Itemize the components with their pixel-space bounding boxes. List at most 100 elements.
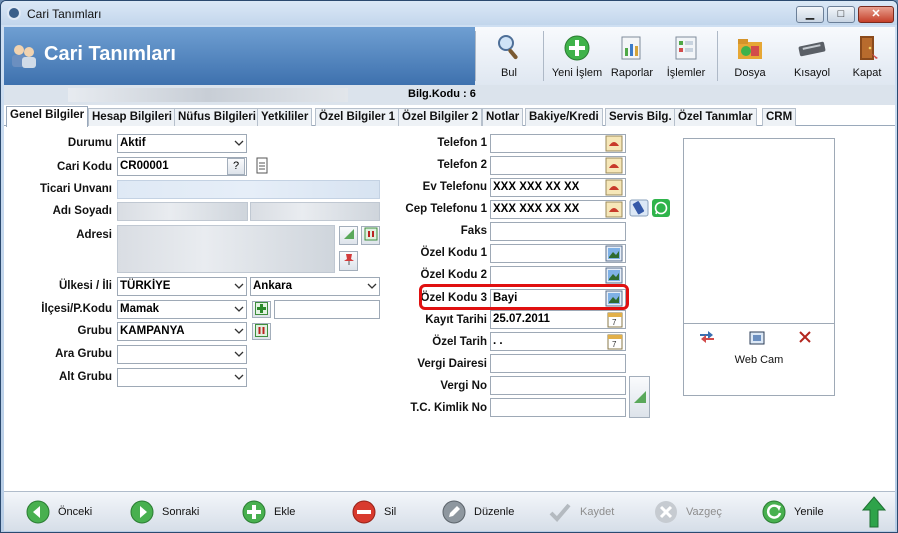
tc-kimlik-input[interactable]: [490, 398, 626, 417]
bul-button[interactable]: Bul: [489, 27, 529, 85]
sil-button[interactable]: Sil: [352, 498, 412, 526]
arrow-up-icon[interactable]: [862, 496, 886, 528]
phone-icon[interactable]: [605, 179, 623, 196]
module-header: Cari Tanımları Bul Yeni İşlem Raporlar İ…: [4, 27, 895, 85]
search-icon: [498, 35, 518, 60]
ticari-unvani-input[interactable]: [117, 180, 380, 199]
soyadi-input[interactable]: [250, 202, 380, 221]
webcam-label: Web Cam: [734, 354, 784, 366]
swap-icon[interactable]: [698, 329, 716, 345]
raporlar-button[interactable]: Raporlar: [607, 27, 657, 85]
tab-notlar[interactable]: Notlar: [482, 108, 524, 126]
main-toolbar: Bul Yeni İşlem Raporlar İşlemler Dosya K…: [475, 27, 895, 85]
phone-icon[interactable]: [605, 157, 623, 174]
adres-expand-button[interactable]: [339, 226, 358, 245]
camera-icon[interactable]: [748, 330, 766, 346]
exit-door-icon: [860, 36, 878, 60]
lookup-icon[interactable]: [605, 267, 623, 284]
adres-pin-button[interactable]: [339, 251, 358, 271]
minimize-button[interactable]: ▁: [796, 6, 824, 23]
tab-strip: Genel Bilgiler Hesap Bilgileri Nüfus Bil…: [4, 106, 895, 127]
tab-ozel-bilgiler-1[interactable]: Özel Bilgiler 1: [315, 108, 400, 126]
phone-icon[interactable]: [605, 201, 623, 218]
ilce-select[interactable]: Mamak: [117, 300, 247, 319]
folder-icon: [738, 39, 762, 59]
vergi-no-input[interactable]: [490, 376, 626, 395]
kaydet-button[interactable]: Kaydet: [548, 498, 628, 526]
faks-input[interactable]: [490, 222, 626, 241]
vazgec-button[interactable]: Vazgeç: [654, 498, 734, 526]
kisayol-button[interactable]: Kısayol: [787, 27, 837, 85]
page-title: Cari Tanımları: [44, 43, 176, 65]
kayit-tarihi-input[interactable]: 25.07.2011: [490, 310, 626, 329]
ozel-tarih-label: Özel Tarih: [432, 336, 487, 348]
ilce-pk-label: İlçesi/P.Kodu: [41, 303, 112, 315]
close-window-button[interactable]: ✕: [858, 6, 894, 23]
ilce-add-button[interactable]: [252, 301, 271, 318]
ekle-button[interactable]: Ekle: [242, 498, 312, 526]
vergi-expand-button[interactable]: [629, 376, 650, 418]
add-icon: [564, 35, 590, 61]
tab-genel-bilgiler[interactable]: Genel Bilgiler: [6, 106, 89, 127]
delete-icon[interactable]: [797, 329, 813, 345]
yenile-button[interactable]: Yenile: [762, 498, 842, 526]
calendar-icon[interactable]: 7: [607, 311, 623, 328]
ozel-tarih-input[interactable]: . .: [490, 332, 626, 351]
cari-window: Cari Tanımları ▁ □ ✕ Cari Tanımları Bul …: [0, 0, 898, 533]
tab-hesap-bilgileri[interactable]: Hesap Bilgileri: [88, 108, 176, 126]
tab-ozel-bilgiler-2[interactable]: Özel Bilgiler 2: [398, 108, 483, 126]
il-select[interactable]: Ankara: [250, 277, 380, 296]
tab-crm[interactable]: CRM: [762, 108, 797, 126]
faks-label: Faks: [460, 225, 487, 237]
arrow-right-icon: [130, 500, 154, 524]
posta-kodu-input[interactable]: [274, 300, 380, 319]
triangle-icon: [343, 229, 354, 239]
tab-ozel-tanimlar[interactable]: Özel Tanımlar: [674, 108, 757, 126]
alt-grubu-select[interactable]: [117, 368, 247, 387]
tab-bakiye-kredi[interactable]: Bakiye/Kredi: [525, 108, 603, 126]
onceki-button[interactable]: Önceki: [26, 498, 106, 526]
grubu-label: Grubu: [77, 325, 113, 337]
lookup-icon[interactable]: [605, 245, 623, 262]
tab-yetkililer[interactable]: Yetkililer: [257, 108, 313, 126]
sms-icon[interactable]: [629, 199, 649, 217]
yeni-islem-button[interactable]: Yeni İşlem: [549, 27, 605, 85]
durumu-select[interactable]: Aktif: [117, 134, 247, 153]
calendar-icon[interactable]: 7: [607, 333, 623, 350]
document-icon[interactable]: [252, 157, 272, 175]
sonraki-button[interactable]: Sonraki: [130, 498, 210, 526]
telefon2-label: Telefon 2: [437, 159, 487, 171]
vergi-dairesi-input[interactable]: [490, 354, 626, 373]
pause-icon: [364, 227, 377, 241]
add-icon: [242, 500, 266, 524]
ulke-select[interactable]: TÜRKİYE: [117, 277, 247, 296]
users-icon: [12, 45, 36, 68]
tab-nufus-bilgileri[interactable]: Nüfus Bilgileri: [174, 108, 260, 126]
maximize-button[interactable]: □: [827, 6, 855, 23]
bilg-kodu-label: Bilg.Kodu : 6: [408, 88, 476, 100]
alt-grubu-label: Alt Grubu: [58, 371, 112, 383]
telefon1-label: Telefon 1: [437, 137, 487, 149]
ticari-unvani-label: Ticari Unvanı: [39, 183, 112, 195]
remove-icon: [352, 500, 376, 524]
grubu-select[interactable]: KAMPANYA: [117, 322, 247, 341]
svg-text:7: 7: [612, 318, 617, 327]
grubu-pause-button[interactable]: [252, 323, 271, 340]
ara-grubu-select[interactable]: [117, 345, 247, 364]
islemler-button[interactable]: İşlemler: [663, 27, 709, 85]
whatsapp-icon[interactable]: [651, 199, 671, 217]
arrow-left-icon: [26, 500, 50, 524]
dosya-button[interactable]: Dosya: [727, 27, 773, 85]
chevron-down-icon: [234, 351, 244, 357]
cancel-icon: [655, 501, 677, 523]
cari-kodu-help-button[interactable]: ?: [227, 158, 245, 175]
cari-kodu-label: Cari Kodu: [57, 161, 112, 173]
adresi-input[interactable]: [117, 225, 335, 273]
tab-servis-bilg[interactable]: Servis Bilg.: [605, 108, 676, 126]
chevron-down-icon: [234, 374, 244, 380]
kapat-button[interactable]: Kapat: [847, 27, 887, 85]
adi-input[interactable]: [117, 202, 248, 221]
duzenle-button[interactable]: Düzenle: [442, 498, 532, 526]
adres-pause-button[interactable]: [361, 226, 380, 245]
phone-icon[interactable]: [605, 135, 623, 152]
